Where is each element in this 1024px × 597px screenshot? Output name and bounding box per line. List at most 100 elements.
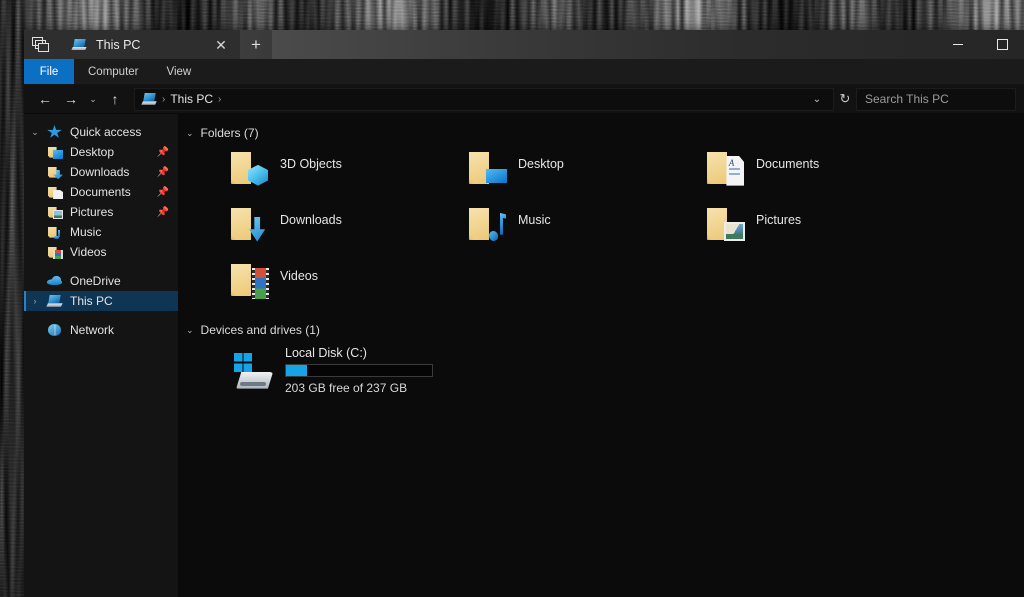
minimize-button[interactable] bbox=[936, 30, 980, 59]
stacked-windows-icon bbox=[32, 37, 49, 52]
chevron-down-icon[interactable]: ⌄ bbox=[186, 325, 194, 336]
ribbon-tab-view[interactable]: View bbox=[153, 59, 206, 84]
folder-item-label: Downloads bbox=[280, 213, 342, 227]
star-icon bbox=[46, 124, 63, 140]
ribbon-tab-file[interactable]: File bbox=[24, 59, 74, 84]
maximize-button[interactable] bbox=[980, 30, 1024, 59]
folder-desktop-icon bbox=[46, 144, 63, 160]
forward-button[interactable]: → bbox=[58, 86, 84, 112]
drive-item-local-disk-c[interactable]: Local Disk (C:) 203 GB free of 237 GB bbox=[186, 345, 1024, 395]
sidebar-item-label: This PC bbox=[70, 294, 113, 308]
sidebar-item-quick-access[interactable]: ⌄ Quick access bbox=[24, 122, 178, 142]
window-controls bbox=[936, 30, 1024, 59]
folders-grid: 3D Objects Desktop Documents bbox=[186, 148, 1024, 307]
sidebar-item-label: Network bbox=[70, 323, 115, 337]
breadcrumb[interactable]: › This PC › ⌄ bbox=[134, 87, 834, 111]
search-placeholder: Search This PC bbox=[865, 92, 949, 106]
sidebar-item-documents[interactable]: Documents 📌 bbox=[24, 182, 178, 202]
folder-item-label: 3D Objects bbox=[280, 157, 342, 171]
drive-details: Local Disk (C:) 203 GB free of 237 GB bbox=[285, 345, 433, 395]
breadcrumb-item-this-pc[interactable]: This PC bbox=[170, 92, 213, 106]
sidebar-item-this-pc[interactable]: › This PC bbox=[24, 291, 178, 311]
pin-icon[interactable]: 📌 bbox=[156, 147, 170, 158]
sidebar-item-downloads[interactable]: Downloads 📌 bbox=[24, 162, 178, 182]
folder-item-label: Desktop bbox=[518, 157, 564, 171]
address-bar: ← → ⌄ ↑ › This PC › ⌄ ↻ Search This PC bbox=[24, 85, 1024, 114]
group-title: Folders (7) bbox=[200, 126, 259, 140]
pin-icon[interactable]: 📌 bbox=[156, 187, 170, 198]
sidebar-item-label: Videos bbox=[70, 245, 107, 259]
chevron-down-icon[interactable]: ⌄ bbox=[807, 94, 827, 105]
breadcrumb-separator-leading: › bbox=[162, 93, 166, 105]
title-drag-area bbox=[272, 30, 936, 59]
folder-item-3d-objects[interactable]: 3D Objects bbox=[186, 148, 424, 195]
navigation-pane: ⌄ Quick access Desktop 📌 Downloads 📌 Doc… bbox=[24, 114, 178, 597]
folder-item-label: Videos bbox=[280, 269, 318, 283]
minimize-icon bbox=[953, 44, 963, 45]
refresh-icon[interactable]: ↻ bbox=[834, 91, 856, 107]
ribbon-menu: File Computer View bbox=[24, 59, 1024, 85]
folder-item-label: Documents bbox=[756, 157, 820, 171]
close-tab-button[interactable]: ✕ bbox=[210, 34, 232, 56]
this-pc-icon bbox=[141, 91, 157, 107]
sidebar-item-onedrive[interactable]: OneDrive bbox=[24, 271, 178, 291]
sidebar-item-label: Desktop bbox=[70, 145, 115, 159]
up-button[interactable]: ↑ bbox=[102, 86, 128, 112]
folder-downloads-icon bbox=[46, 164, 63, 180]
folder-item-videos[interactable]: Videos bbox=[186, 260, 424, 307]
new-tab-button[interactable]: + bbox=[240, 30, 272, 59]
title-bar: This PC ✕ + bbox=[24, 30, 1024, 59]
tab-this-pc[interactable]: This PC ✕ bbox=[57, 30, 240, 59]
back-button[interactable]: ← bbox=[32, 86, 58, 112]
sidebar-item-music[interactable]: Music bbox=[24, 222, 178, 242]
folder-desktop-icon bbox=[468, 148, 508, 188]
hard-drive-windows-icon bbox=[230, 351, 274, 391]
folder-3d-objects-icon bbox=[230, 148, 270, 188]
content-pane: ⌄ Folders (7) 3D Objects Desktop A Docum… bbox=[178, 114, 1024, 597]
breadcrumb-separator[interactable]: › bbox=[218, 94, 221, 105]
this-pc-icon bbox=[71, 37, 87, 53]
folder-videos-icon bbox=[230, 260, 270, 300]
folder-item-pictures[interactable]: Pictures bbox=[662, 204, 900, 251]
tab-overview-button[interactable] bbox=[24, 30, 57, 59]
folder-pictures-icon bbox=[706, 204, 746, 244]
recent-locations-button[interactable]: ⌄ bbox=[84, 86, 102, 112]
window-body: ⌄ Quick access Desktop 📌 Downloads 📌 Doc… bbox=[24, 114, 1024, 597]
chevron-down-icon[interactable]: ⌄ bbox=[186, 128, 194, 139]
sidebar-item-videos[interactable]: Videos bbox=[24, 242, 178, 262]
folder-documents-icon bbox=[706, 148, 746, 188]
search-input[interactable]: Search This PC bbox=[856, 87, 1016, 111]
folder-item-documents[interactable]: Documents bbox=[662, 148, 900, 195]
group-header-folders[interactable]: ⌄ Folders (7) bbox=[186, 124, 1024, 142]
sidebar-item-pictures[interactable]: Pictures 📌 bbox=[24, 202, 178, 222]
folder-music-icon bbox=[468, 204, 508, 244]
chevron-down-icon[interactable]: ⌄ bbox=[24, 127, 46, 138]
pin-icon[interactable]: 📌 bbox=[156, 167, 170, 178]
folder-videos-icon bbox=[46, 244, 63, 260]
sidebar-item-label: Quick access bbox=[70, 125, 142, 139]
ribbon-tab-computer[interactable]: Computer bbox=[74, 59, 153, 84]
sidebar-item-label: Downloads bbox=[70, 165, 130, 179]
drive-capacity-fill bbox=[286, 365, 307, 376]
network-globe-icon bbox=[46, 322, 63, 338]
folder-item-desktop[interactable]: Desktop bbox=[424, 148, 662, 195]
sidebar-item-desktop[interactable]: Desktop 📌 bbox=[24, 142, 178, 162]
sidebar-item-label: Pictures bbox=[70, 205, 114, 219]
cloud-icon bbox=[46, 273, 63, 289]
folder-item-label: Music bbox=[518, 213, 551, 227]
sidebar-item-network[interactable]: Network bbox=[24, 320, 178, 340]
group-title: Devices and drives (1) bbox=[200, 323, 320, 337]
folder-item-downloads[interactable]: Downloads bbox=[186, 204, 424, 251]
maximize-icon bbox=[996, 39, 1008, 50]
sidebar-item-label: Documents bbox=[70, 185, 131, 199]
file-explorer-window: This PC ✕ + File Computer View ← → ⌄ ↑ ›… bbox=[24, 30, 1024, 597]
this-pc-icon bbox=[46, 293, 63, 309]
folder-pictures-icon bbox=[46, 204, 63, 220]
sidebar-item-label: OneDrive bbox=[70, 274, 121, 288]
pin-icon[interactable]: 📌 bbox=[156, 207, 170, 218]
folder-item-music[interactable]: Music bbox=[424, 204, 662, 251]
chevron-right-icon[interactable]: › bbox=[24, 296, 46, 306]
folder-documents-icon bbox=[46, 184, 63, 200]
group-header-devices-and-drives[interactable]: ⌄ Devices and drives (1) bbox=[186, 321, 1024, 339]
drive-capacity-bar bbox=[285, 364, 433, 377]
